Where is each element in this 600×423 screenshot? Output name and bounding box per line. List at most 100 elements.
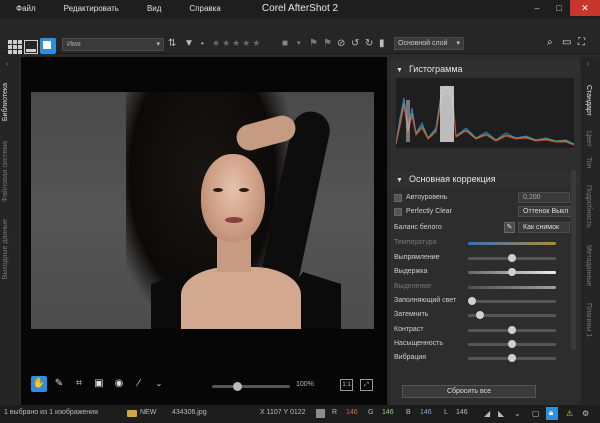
saturation-slider[interactable] [468, 340, 556, 348]
tab-color[interactable]: Цвет [585, 131, 592, 147]
star-icon[interactable]: ★ [222, 38, 230, 49]
chevron-left-icon[interactable]: ‹ [587, 61, 589, 68]
histogram [396, 78, 574, 148]
star-icon[interactable]: ★ [232, 38, 240, 49]
actual-size-button[interactable]: 1:1 [340, 379, 353, 391]
title-bar: Файл Редактировать Вид Справка Corel Aft… [0, 0, 600, 18]
highlight-label: Выделение [394, 283, 432, 290]
eyedropper-tool-icon[interactable]: ✎ [51, 376, 67, 392]
highlight-row: Выделение [394, 281, 570, 294]
photo-preview[interactable] [31, 92, 374, 329]
auto-level-value[interactable]: 0,200 [518, 192, 570, 203]
tab-file-system[interactable]: Файловая система [2, 141, 9, 202]
tab-tone[interactable]: Тон [585, 157, 592, 169]
darken-row: Затемнить [394, 309, 570, 322]
white-balance-picker-icon[interactable]: ✎ [504, 222, 515, 233]
white-balance-select[interactable]: Как снимок [518, 222, 570, 233]
white-balance-label: Баланс белого [394, 224, 442, 231]
straighten-tool-icon[interactable]: ▣ [91, 376, 107, 392]
status-bar: 1 выбрано из 1 изображения NEW 434306.jp… [0, 405, 600, 423]
search-icon[interactable]: ⌕ [547, 37, 553, 48]
highlight-slider[interactable] [468, 286, 556, 289]
grid-view-icon[interactable] [8, 40, 22, 54]
sort-select[interactable]: Имя ▾ [62, 38, 164, 51]
reject-icon[interactable]: ⊘ [337, 38, 345, 50]
minimize-button[interactable]: – [526, 0, 548, 16]
highlight-warning-icon[interactable]: ◢ [484, 409, 490, 418]
darken-slider[interactable] [468, 311, 556, 319]
slider-knob[interactable] [476, 311, 484, 319]
tab-detail[interactable]: Подробность [585, 185, 592, 228]
perfectly-clear-checkbox[interactable] [394, 208, 402, 216]
l-label: L [444, 409, 448, 416]
star-icon[interactable]: ★ [212, 38, 220, 49]
filter-icon[interactable]: ▼ [184, 38, 194, 50]
slider-knob[interactable] [508, 254, 516, 262]
star-icon[interactable]: ★ [252, 38, 260, 49]
slider-knob[interactable] [508, 268, 516, 276]
viewer-tools: ✋ ✎ ⌗ ▣ ◉ ∕ ⌄ [31, 376, 167, 392]
slider-knob[interactable] [508, 354, 516, 362]
compare-icon[interactable]: ▢ [532, 409, 540, 418]
exposure-slider[interactable] [468, 268, 556, 276]
contrast-slider[interactable] [468, 326, 556, 334]
crop-tool-icon[interactable]: ⌗ [71, 376, 87, 392]
fill-light-slider[interactable] [468, 297, 556, 305]
star-icon[interactable]: ★ [242, 38, 250, 49]
reset-all-button[interactable]: Сбросить все [402, 385, 536, 398]
exposure-label: Выдержка [394, 268, 428, 275]
fit-to-window-button[interactable]: ⤢ [360, 379, 373, 391]
straighten-slider[interactable] [468, 254, 556, 262]
chevron-down-icon: ▾ [156, 41, 160, 48]
slideshow-icon[interactable]: ▭ [562, 37, 571, 48]
shadow-warning-icon[interactable]: ◣ [498, 409, 504, 418]
fullscreen-icon[interactable]: ⛶ [578, 37, 585, 48]
warning-icon[interactable]: ⚠ [566, 409, 573, 418]
zoom-slider-knob[interactable] [233, 382, 242, 391]
zoom-slider[interactable] [212, 382, 290, 391]
flag-reject-icon[interactable]: ⚑ [323, 38, 332, 50]
auto-level-checkbox[interactable] [394, 194, 402, 202]
left-tab-strip: › Библиотека Файловая система Выходные д… [0, 55, 20, 405]
rating-stars[interactable]: ★ ★ ★ ★ ★ [212, 38, 260, 49]
basic-correction-header[interactable]: ▼ Основная коррекция [390, 171, 580, 187]
slider-knob[interactable] [468, 297, 476, 305]
histogram-header[interactable]: ▼ Гистограмма [390, 61, 580, 77]
layer-select[interactable]: Основной слой ▾ [394, 37, 464, 50]
g-label: G [368, 409, 374, 416]
cursor-coords: X 1107 Y 0122 [260, 409, 306, 416]
tone-button[interactable]: Оттенок Выкл [518, 206, 572, 217]
redeye-tool-icon[interactable]: ◉ [111, 376, 127, 392]
rotate-left-icon[interactable]: ↺ [351, 38, 359, 50]
perfectly-clear-row: Perfectly Clear Оттенок Выкл [394, 206, 572, 219]
tab-output[interactable]: Выходные данные [2, 219, 9, 279]
slider-knob[interactable] [508, 340, 516, 348]
image-viewer[interactable] [21, 57, 387, 405]
tab-standard[interactable]: Стандарт [585, 85, 592, 116]
tab-library[interactable]: Библиотека [2, 83, 9, 121]
settings-icon[interactable]: ⚙ [582, 409, 589, 418]
slider-knob[interactable] [508, 326, 516, 334]
single-view-icon[interactable] [40, 38, 56, 54]
hand-tool-icon[interactable]: ✋ [31, 376, 47, 392]
rotate-right-icon[interactable]: ↻ [365, 38, 373, 50]
b-label: B [406, 409, 411, 416]
chevron-down-icon[interactable]: ⌄ [151, 376, 167, 392]
filmstrip-view-icon[interactable] [24, 40, 38, 54]
temperature-slider[interactable] [468, 242, 556, 245]
tab-metadata[interactable]: Метаданные [585, 245, 592, 286]
chevron-down-icon[interactable]: ▾ [297, 38, 301, 50]
close-button[interactable]: ✕ [570, 0, 600, 16]
brush-tool-icon[interactable]: ∕ [131, 376, 147, 392]
vibrance-slider[interactable] [468, 354, 556, 362]
layers-icon[interactable]: ▮ [379, 38, 385, 50]
sort-order-icon[interactable]: ⇅ [168, 38, 176, 50]
flag-icon[interactable]: ⚑ [309, 38, 318, 50]
panel-scrollbar[interactable] [571, 170, 576, 350]
chevron-down-icon[interactable]: ⌄ [514, 409, 521, 418]
chevron-right-icon[interactable]: › [6, 61, 8, 68]
color-label-icon[interactable]: ■ [282, 38, 288, 50]
tab-plugins[interactable]: Плагины 1 [585, 303, 592, 337]
maximize-button[interactable]: □ [548, 0, 570, 16]
rating-clear-icon[interactable]: • [201, 38, 204, 50]
